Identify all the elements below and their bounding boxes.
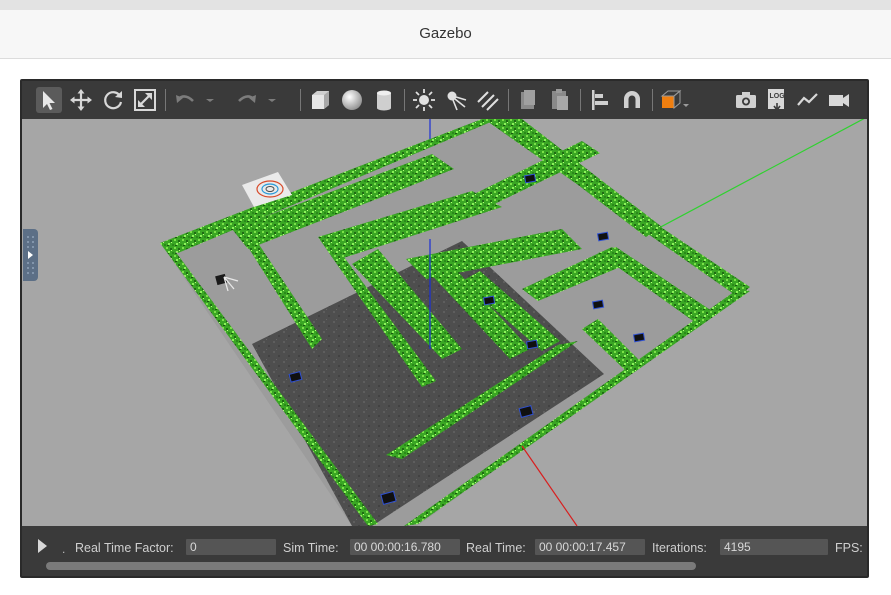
log-icon: LOG [768,89,786,112]
plot-icon [797,93,818,106]
directional-light-button[interactable] [475,87,501,113]
toolbar-separator [508,89,509,111]
redo-history-dropdown[interactable] [264,87,280,113]
log-button[interactable]: LOG [764,87,790,113]
record-video-button[interactable] [826,87,852,113]
x-axis-line [521,445,578,526]
copy-button[interactable] [515,87,541,113]
iterations-label: Iterations: [652,541,707,555]
undo-button[interactable] [172,87,198,113]
status-bar: . Real Time Factor: 0 Sim Time: 00 00:00… [22,526,867,576]
point-light-button[interactable] [411,87,437,113]
toolbar: LOG [22,81,867,119]
view-angle-dropdown[interactable] [659,87,691,113]
toolbar-separator [300,89,301,111]
cylinder-icon [377,90,391,111]
real-time-label: Real Time: [466,541,526,555]
cylinder-shape-button[interactable] [371,87,397,113]
window-title: Gazebo [419,25,472,42]
rotate-mode-button[interactable] [100,87,126,113]
arrow-cursor-icon [43,91,55,110]
fps-label: FPS: [835,541,863,555]
screenshot-button[interactable] [733,87,759,113]
scene-render [160,119,865,526]
gazebo-window: LOG . Real Time Factor: 0 Sim Time: 00 0… [20,79,869,578]
plot-button[interactable] [795,87,821,113]
paste-button[interactable] [547,87,573,113]
select-mode-button[interactable] [36,87,62,113]
toolbar-separator [404,89,405,111]
real-time-factor-label: Real Time Factor: [75,541,174,555]
3d-viewport[interactable] [22,119,867,526]
undo-icon [176,95,194,103]
paste-icon [552,89,568,110]
magnet-icon [624,91,640,108]
left-panel-toggle[interactable] [23,229,38,281]
scrollbar-thumb[interactable] [46,562,696,570]
redo-icon [238,95,256,103]
box-shape-button[interactable] [307,87,333,113]
align-icon [592,90,608,110]
move-arrows-icon [70,89,92,111]
scale-mode-button[interactable] [132,87,158,113]
real-time-value: 00 00:00:17.457 [535,539,645,555]
real-time-factor-value: 0 [186,539,276,555]
snap-button[interactable] [619,87,645,113]
chevron-down-icon [206,99,214,102]
sim-time-value: 00 00:00:16.780 [350,539,460,555]
view-cube-icon [660,89,689,110]
chevron-down-icon [268,99,276,102]
toolbar-separator [580,89,581,111]
toolbar-separator [165,89,166,111]
copy-icon [521,90,535,109]
video-camera-icon [829,94,849,107]
sun-icon [413,89,435,111]
play-button[interactable] [38,539,47,553]
scale-icon [134,89,156,111]
sphere-shape-button[interactable] [339,87,365,113]
spotlight-icon [447,91,467,111]
align-button[interactable] [587,87,613,113]
translate-mode-button[interactable] [68,87,94,113]
undo-history-dropdown[interactable] [202,87,218,113]
window-top-strip [0,0,891,10]
title-bar: Gazebo [0,10,891,59]
rotate-icon [104,91,123,110]
sphere-icon [342,90,362,110]
camera-icon [736,92,756,108]
spot-light-button[interactable] [443,87,469,113]
directional-light-icon [477,91,499,111]
redo-button[interactable] [234,87,260,113]
svg-text:LOG: LOG [770,93,786,100]
box-icon [312,91,329,109]
expand-arrow-icon [27,236,34,274]
status-scrollbar[interactable] [46,562,846,570]
iterations-value: 4195 [720,539,828,555]
sim-time-label: Sim Time: [283,541,339,555]
step-button[interactable]: . [62,542,65,556]
toolbar-separator [652,89,653,111]
